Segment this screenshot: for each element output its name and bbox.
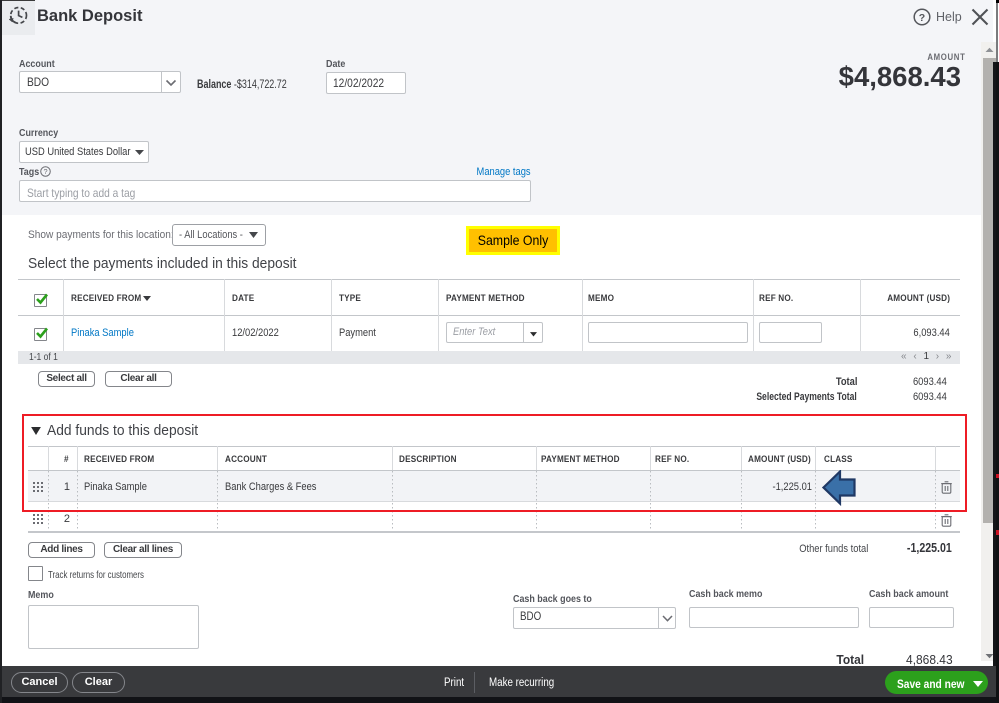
svg-text:?: ? [43, 167, 47, 176]
svg-text:?: ? [919, 12, 925, 24]
